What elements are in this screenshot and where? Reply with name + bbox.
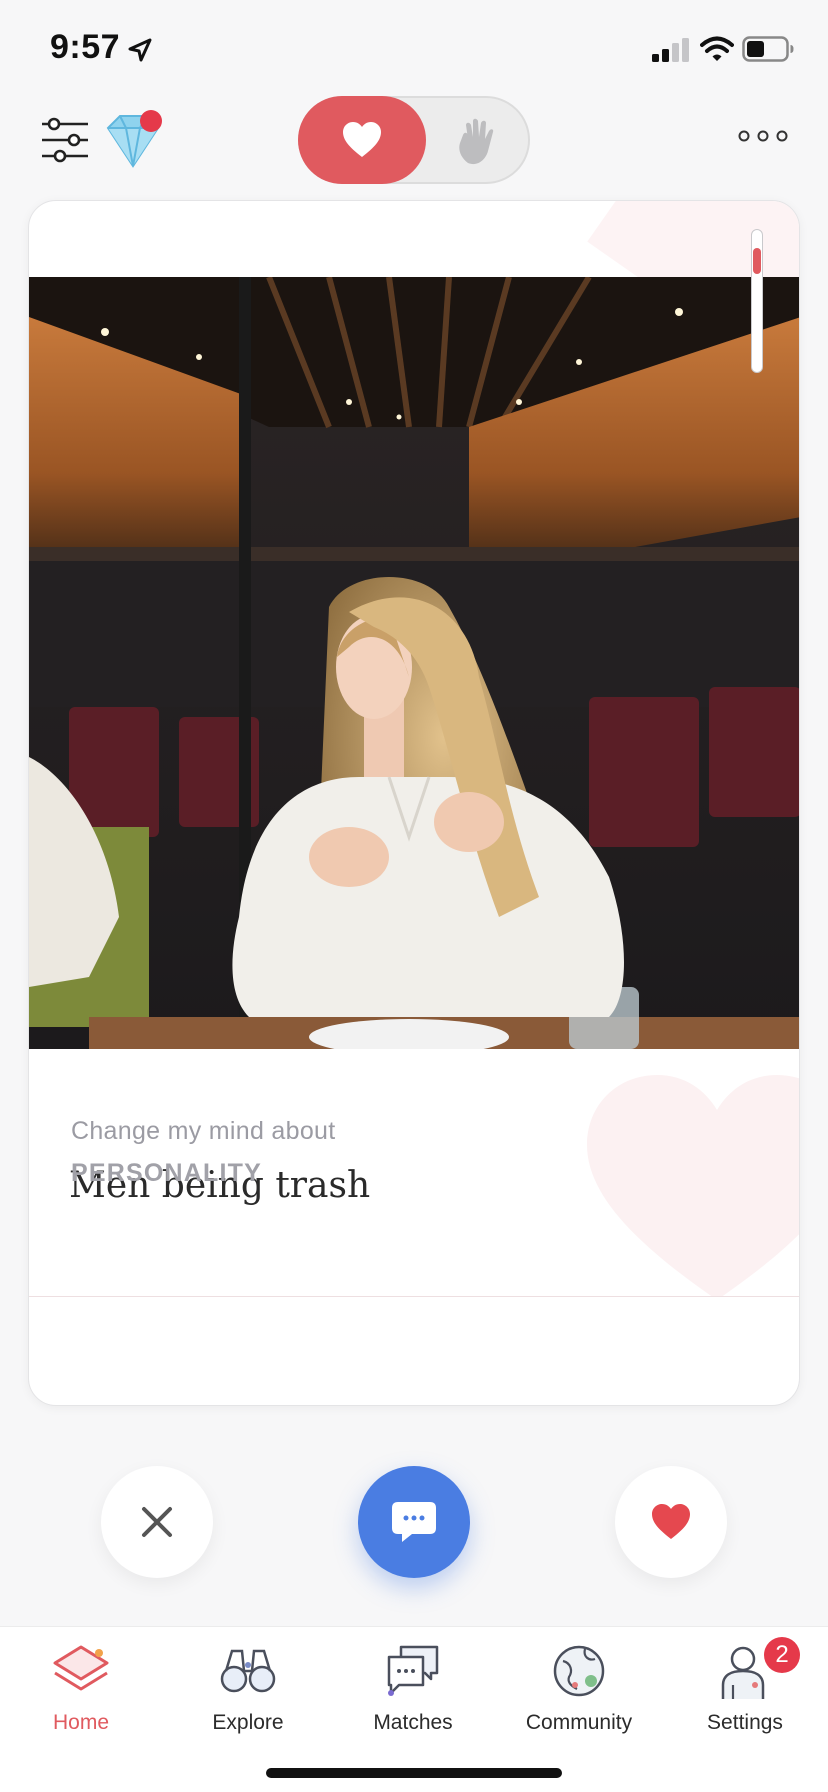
close-icon xyxy=(142,1507,172,1537)
heart-icon xyxy=(652,1504,690,1539)
tab-settings[interactable]: 2 Settings xyxy=(670,1637,820,1751)
profile-photo[interactable] xyxy=(29,277,799,1049)
pass-button[interactable] xyxy=(101,1466,213,1578)
prompt-question: Change my mind about xyxy=(71,1117,336,1145)
notification-dot xyxy=(140,110,162,132)
premium-button[interactable] xyxy=(104,110,168,170)
tab-settings-label: Settings xyxy=(707,1711,783,1734)
battery-icon xyxy=(742,36,794,62)
tab-community-label: Community xyxy=(525,1711,633,1734)
chat-bubbles-icon xyxy=(387,1645,439,1696)
cellular-signal-icon xyxy=(652,38,689,62)
sliders-icon[interactable] xyxy=(40,114,90,166)
card-scrollbar[interactable] xyxy=(751,229,763,373)
card-scrollbar-thumb[interactable] xyxy=(753,248,761,274)
personality-section-label: PERSONALITY xyxy=(71,1159,262,1187)
chat-bubble-icon xyxy=(392,1502,436,1542)
settings-badge: 2 xyxy=(764,1637,800,1673)
heart-icon xyxy=(343,122,381,157)
photo-image xyxy=(29,277,799,1049)
heart-watermark-icon xyxy=(587,1075,799,1296)
tab-home-label: Home xyxy=(52,1711,110,1734)
app-screen: 9:57 Change my mind about Men being tras… xyxy=(0,0,828,1792)
tab-community[interactable]: Community xyxy=(504,1641,654,1751)
tab-explore-label: Explore xyxy=(212,1711,284,1734)
wave-hand-icon xyxy=(459,118,494,165)
message-button[interactable] xyxy=(358,1466,470,1578)
status-bar: 9:57 xyxy=(0,0,828,96)
tab-matches[interactable]: Matches xyxy=(338,1641,488,1751)
wifi-icon xyxy=(700,36,734,61)
ellipsis-icon[interactable] xyxy=(738,126,788,146)
tab-explore[interactable]: Explore xyxy=(173,1641,323,1751)
profile-card[interactable]: Change my mind about Men being trash PER… xyxy=(28,200,800,1406)
globe-icon xyxy=(553,1645,605,1697)
top-bar xyxy=(0,96,828,186)
like-button[interactable] xyxy=(615,1466,727,1578)
dating-mode-button[interactable] xyxy=(298,96,426,184)
tab-matches-label: Matches xyxy=(373,1711,453,1734)
home-indicator[interactable] xyxy=(266,1768,562,1778)
status-time: 9:57 xyxy=(50,28,121,66)
binoculars-icon xyxy=(220,1649,276,1693)
layers-icon xyxy=(53,1645,109,1691)
friends-mode-button[interactable] xyxy=(452,116,504,168)
location-arrow-icon xyxy=(128,38,152,62)
tab-home[interactable]: Home xyxy=(6,1641,156,1751)
mode-toggle[interactable] xyxy=(298,96,530,184)
